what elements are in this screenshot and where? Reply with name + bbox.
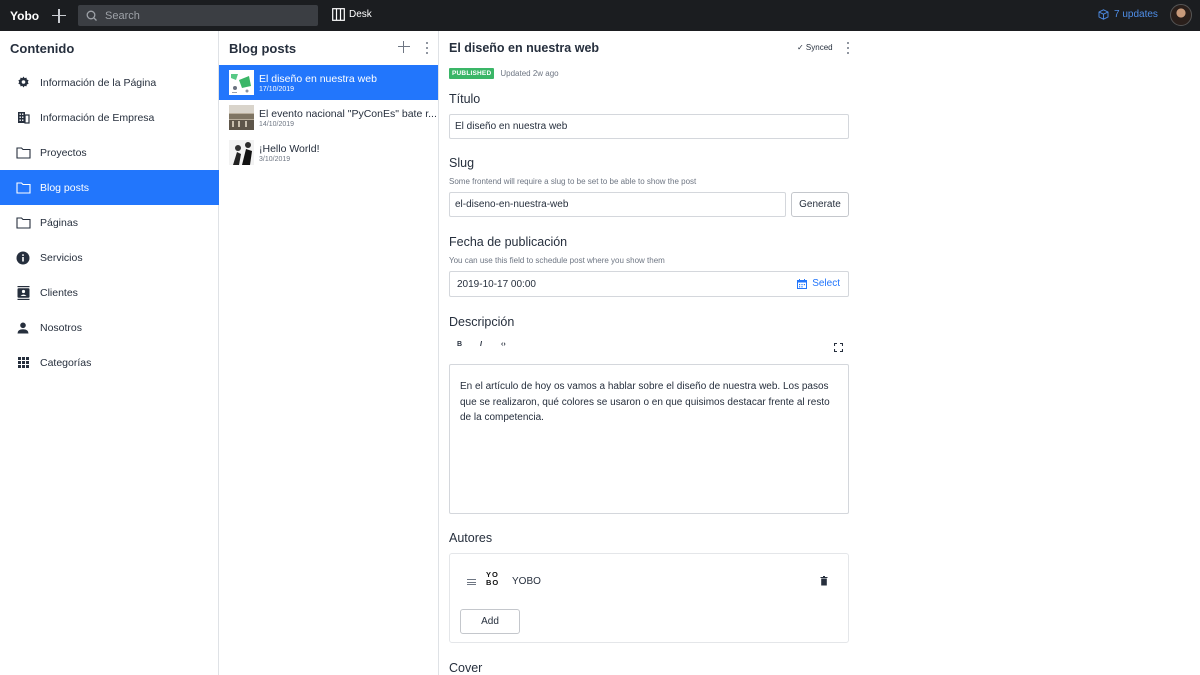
pane-title-blog-posts: Blog posts	[229, 41, 297, 56]
add-author-button[interactable]: Add	[460, 609, 520, 634]
nav-item-nosotros[interactable]: Nosotros	[0, 310, 219, 345]
nav-label: Información de Empresa	[40, 111, 155, 124]
trash-icon[interactable]	[820, 576, 828, 586]
drag-handle-icon[interactable]	[467, 579, 476, 585]
nav-item-blog-posts[interactable]: Blog posts	[0, 170, 219, 205]
document-item[interactable]: El diseño en nuestra web 17/10/2019	[219, 65, 438, 100]
author-name[interactable]: YOBO	[512, 576, 541, 587]
document-menu-button[interactable]	[845, 42, 851, 54]
grid-icon	[15, 355, 31, 371]
building-icon	[15, 110, 31, 126]
nav-item-informacion-pagina[interactable]: Información de la Página	[0, 65, 219, 100]
desk-tool-button[interactable]: Desk	[332, 8, 372, 21]
top-bar: Yobo Desk 7 updates	[0, 0, 1200, 31]
nav-label: Clientes	[40, 286, 78, 299]
search-input[interactable]	[105, 9, 305, 22]
sync-status: ✓ Synced	[797, 43, 833, 52]
nav-label: Servicios	[40, 251, 83, 264]
calendar-icon	[797, 278, 808, 289]
descripcion-label: Descripción	[449, 315, 515, 329]
blog-posts-pane: Blog posts El diseño en nuestra web 17/1…	[219, 31, 439, 675]
document-thumbnail	[229, 105, 254, 130]
document-editor: El diseño en nuestra web ✓ Synced PUBLIS…	[439, 31, 1200, 675]
document-list: El diseño en nuestra web 17/10/2019 El e…	[219, 65, 438, 170]
person-icon	[15, 320, 31, 336]
desk-icon	[332, 8, 345, 21]
folder-icon	[15, 215, 31, 231]
create-new-button[interactable]	[52, 8, 66, 23]
document-title: El diseño en nuestra web	[259, 72, 377, 85]
fecha-label: Fecha de publicación	[449, 235, 568, 249]
document-item[interactable]: El evento nacional "PyConEs" bate r... 1…	[219, 100, 438, 135]
slug-description: Some frontend will require a slug to be …	[449, 177, 697, 186]
document-title: El evento nacional "PyConEs" bate r...	[259, 107, 437, 120]
desk-label: Desk	[349, 9, 372, 20]
fecha-value: 2019-10-17 00:00	[457, 278, 536, 290]
descripcion-editor[interactable]: En el artículo de hoy os vamos a hablar …	[449, 364, 849, 514]
authors-array: YO BO YOBO Add	[449, 553, 849, 643]
bold-button[interactable]: B	[457, 341, 462, 348]
info-icon	[15, 250, 31, 266]
fullscreen-icon[interactable]	[834, 343, 843, 352]
document-thumbnail	[229, 70, 254, 95]
contact-card-icon	[15, 285, 31, 301]
content-pane: Contenido Información de la Página Infor…	[0, 31, 219, 675]
pane-title-contenido: Contenido	[10, 41, 75, 56]
search-icon	[86, 10, 97, 21]
slug-label: Slug	[449, 156, 475, 170]
document-date: 14/10/2019	[259, 120, 295, 128]
fecha-input[interactable]: 2019-10-17 00:00 Select	[449, 271, 849, 297]
nav-item-paginas[interactable]: Páginas	[0, 205, 219, 240]
user-avatar[interactable]	[1170, 4, 1192, 26]
nav-label: Nosotros	[40, 321, 83, 334]
titulo-input[interactable]: El diseño en nuestra web	[449, 114, 849, 139]
gear-icon	[15, 75, 31, 91]
document-heading: El diseño en nuestra web	[449, 41, 600, 55]
nav-label: Blog posts	[40, 181, 90, 194]
nav-label: Proyectos	[40, 146, 87, 159]
document-thumbnail	[229, 140, 254, 165]
nav-item-servicios[interactable]: Servicios	[0, 240, 219, 275]
updates-label: 7 updates	[1114, 9, 1158, 20]
package-icon	[1098, 9, 1109, 20]
code-button[interactable]: ‹›	[501, 341, 506, 348]
select-date-button[interactable]: Select	[797, 278, 840, 289]
search-box[interactable]	[78, 5, 318, 26]
fecha-description: You can use this field to schedule post …	[449, 256, 665, 265]
updates-button[interactable]: 7 updates	[1098, 9, 1158, 20]
nav-item-clientes[interactable]: Clientes	[0, 275, 219, 310]
nav-item-informacion-empresa[interactable]: Información de Empresa	[0, 100, 219, 135]
autores-label: Autores	[449, 531, 493, 545]
document-item[interactable]: ¡Hello World! 3/10/2019	[219, 135, 438, 170]
pane-menu-button[interactable]	[424, 42, 430, 54]
titulo-label: Título	[449, 92, 481, 106]
nav-item-proyectos[interactable]: Proyectos	[0, 135, 219, 170]
nav-item-categorias[interactable]: Categorías	[0, 345, 219, 380]
document-title: ¡Hello World!	[259, 142, 320, 155]
status-row: PUBLISHED Updated 2w ago	[449, 68, 559, 79]
slug-input[interactable]: el-diseno-en-nuestra-web	[449, 192, 786, 217]
folder-icon	[15, 180, 31, 196]
nav-label: Páginas	[40, 216, 78, 229]
document-date: 17/10/2019	[259, 85, 295, 93]
generate-button[interactable]: Generate	[791, 192, 849, 217]
updated-text: Updated 2w ago	[500, 69, 559, 78]
folder-icon	[15, 145, 31, 161]
create-document-button[interactable]	[398, 41, 410, 53]
nav-label: Categorías	[40, 356, 92, 369]
nav-label: Información de la Página	[40, 76, 157, 89]
author-logo: YO BO	[486, 570, 500, 587]
published-badge: PUBLISHED	[449, 68, 495, 79]
content-type-list: Información de la Página Información de …	[0, 65, 219, 380]
document-date: 3/10/2019	[259, 155, 291, 163]
select-label: Select	[812, 278, 840, 289]
editor-toolbar: B I ‹›	[449, 341, 849, 355]
cover-label: Cover	[449, 661, 483, 675]
italic-button[interactable]: I	[480, 341, 482, 348]
brand-logo[interactable]: Yobo	[10, 9, 40, 23]
